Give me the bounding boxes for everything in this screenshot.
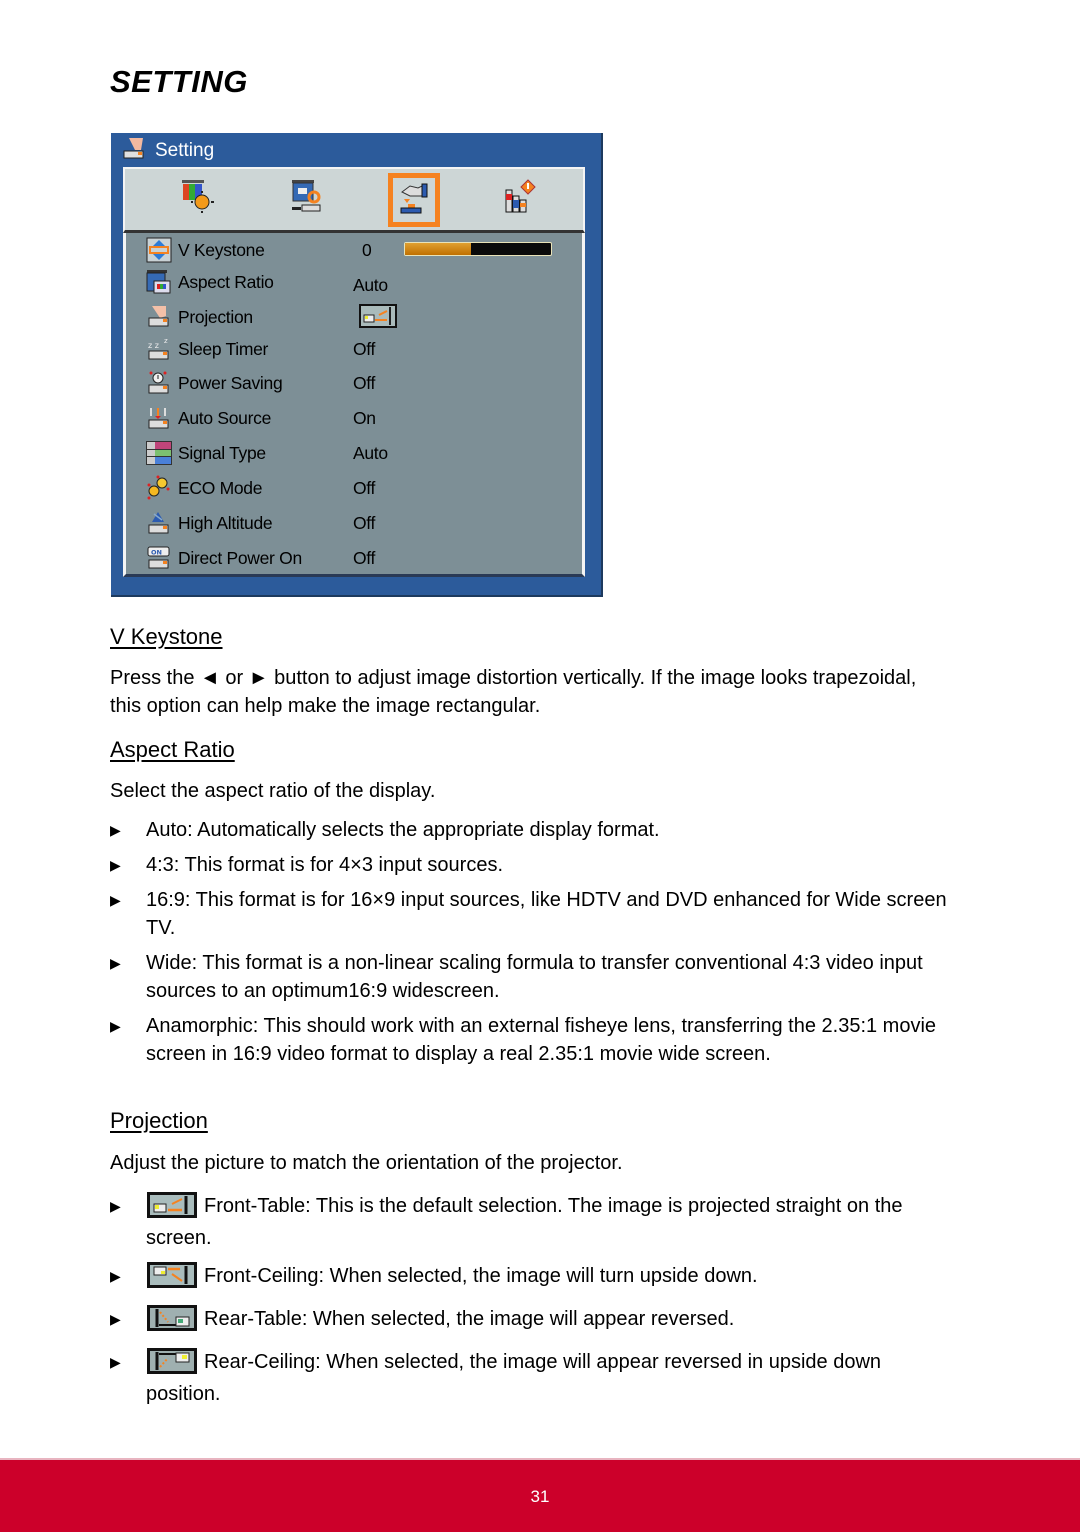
osd-row-power-saving[interactable]: Power Saving Off xyxy=(146,368,566,398)
osd-item-value: Off xyxy=(353,477,376,498)
bullet-arrow-icon: ▶ xyxy=(110,822,121,838)
slider-fill xyxy=(405,243,471,255)
projection-icon xyxy=(146,304,172,330)
section-heading-v-keystone: V Keystone xyxy=(110,624,223,649)
svg-text:ON: ON xyxy=(151,549,162,557)
osd-item-value: On xyxy=(353,407,376,428)
list-item: ▶ Front-Table: This is the default selec… xyxy=(110,1190,950,1254)
list-item-text: Anamorphic: This should work with an ext… xyxy=(146,1015,937,1065)
osd-header-label: Setting xyxy=(155,140,215,161)
front-ceiling-icon xyxy=(146,1261,198,1289)
v-keystone-description: Press the ◄ or ► button to adjust image … xyxy=(110,667,917,717)
tab-setting[interactable] xyxy=(388,173,440,227)
osd-row-high-altitude[interactable]: High Altitude Off xyxy=(146,508,566,538)
osd-row-direct-power-on[interactable]: ON Direct Power On Off xyxy=(146,543,566,573)
list-item: ▶ Front-Ceiling: When selected, the imag… xyxy=(110,1260,950,1292)
osd-row-sleep-timer[interactable]: z z z Sleep Timer Off xyxy=(146,334,566,364)
aspect-ratio-intro: Select the aspect ratio of the display. xyxy=(110,780,436,802)
bullet-arrow-icon: ▶ xyxy=(110,857,121,873)
bullet-arrow-icon: ▶ xyxy=(110,1354,121,1370)
bullet-arrow-icon: ▶ xyxy=(110,892,121,908)
list-item: ▶ Anamorphic: This should work with an e… xyxy=(110,1012,950,1068)
list-item: ▶ Rear-Ceiling: When selected, the image… xyxy=(110,1346,950,1410)
v-keystone-icon xyxy=(146,237,172,263)
tab-picture[interactable] xyxy=(175,175,221,221)
bullet-arrow-icon: ▶ xyxy=(110,1018,121,1034)
list-item-text: Rear-Ceiling: When selected, the image w… xyxy=(146,1351,882,1405)
eco-mode-icon xyxy=(146,475,172,501)
list-item: ▶ Wide: This format is a non-linear scal… xyxy=(110,949,950,1005)
osd-header: Setting xyxy=(121,137,214,165)
section-heading-projection: Projection xyxy=(110,1108,208,1133)
rear-ceiling-icon xyxy=(146,1347,198,1375)
page-footer: 31 xyxy=(0,1458,1080,1532)
tab-screen[interactable] xyxy=(285,175,331,221)
page-number: 31 xyxy=(530,1487,550,1506)
list-item-text: Front-Table: This is the default selecti… xyxy=(146,1195,903,1249)
osd-tab-bar xyxy=(123,167,585,233)
osd-row-projection[interactable]: Projection xyxy=(146,302,566,332)
list-item: ▶ 4:3: This format is for 4×3 input sour… xyxy=(110,851,950,879)
tab-options[interactable] xyxy=(497,175,543,221)
svg-text:z z: z z xyxy=(148,341,159,350)
v-keystone-slider[interactable] xyxy=(404,242,552,256)
osd-item-name: ECO Mode xyxy=(178,477,263,498)
osd-item-name: Signal Type xyxy=(178,442,266,463)
high-altitude-icon xyxy=(146,510,172,536)
aspect-ratio-icon xyxy=(146,269,172,295)
page-title: SETTING xyxy=(110,64,248,99)
osd-item-value: Auto xyxy=(353,442,388,463)
osd-row-aspect-ratio[interactable]: Aspect Ratio Auto xyxy=(146,267,566,297)
screen-icon xyxy=(290,178,326,219)
sleep-timer-icon: z zz xyxy=(146,336,172,362)
osd-item-name: Sleep Timer xyxy=(178,338,269,359)
list-item: ▶ 16:9: This format is for 16×9 input so… xyxy=(110,886,950,942)
osd-item-value: Off xyxy=(353,547,376,568)
list-item-text: Auto: Automatically selects the appropri… xyxy=(146,819,660,841)
projection-intro: Adjust the picture to match the orientat… xyxy=(110,1152,623,1174)
direct-power-on-icon: ON xyxy=(146,545,172,571)
osd-item-name: Direct Power On xyxy=(178,547,302,568)
osd-item-value: Off xyxy=(353,372,376,393)
osd-item-name: Auto Source xyxy=(178,407,272,428)
list-item-text: Wide: This format is a non-linear scalin… xyxy=(146,952,923,1002)
section-heading-aspect-ratio: Aspect Ratio xyxy=(110,737,235,762)
front-table-icon xyxy=(359,304,397,333)
osd-item-name: V Keystone xyxy=(178,239,265,260)
power-saving-icon xyxy=(146,370,172,396)
osd-item-name: Power Saving xyxy=(178,372,283,393)
options-icon xyxy=(502,178,538,219)
projector-setting-icon xyxy=(121,136,147,167)
osd-row-eco-mode[interactable]: ECO Mode Off xyxy=(146,473,566,503)
bullet-arrow-icon: ▶ xyxy=(110,1311,121,1327)
list-item-text: 4:3: This format is for 4×3 input source… xyxy=(146,854,504,876)
list-item: ▶ Rear-Table: When selected, the image w… xyxy=(110,1303,950,1335)
list-item: ▶ Auto: Automatically selects the approp… xyxy=(110,816,950,844)
osd-item-name: Projection xyxy=(178,306,253,327)
front-table-icon xyxy=(146,1191,198,1219)
rear-table-icon xyxy=(146,1304,198,1332)
osd-item-value: Off xyxy=(353,338,376,359)
osd-item-value: 0 xyxy=(362,239,372,260)
osd-item-value: Auto xyxy=(353,275,388,295)
osd-row-signal-type[interactable]: Signal Type Auto xyxy=(146,438,566,468)
bullet-arrow-icon: ▶ xyxy=(110,1268,121,1284)
osd-item-name: Aspect Ratio xyxy=(178,271,274,292)
list-item-text: 16:9: This format is for 16×9 input sour… xyxy=(146,889,947,939)
bullet-arrow-icon: ▶ xyxy=(110,1198,121,1214)
list-item-text: Rear-Table: When selected, the image wil… xyxy=(204,1308,735,1330)
picture-icon xyxy=(180,178,216,219)
osd-item-value: Off xyxy=(353,512,376,533)
list-item-text: Front-Ceiling: When selected, the image … xyxy=(204,1265,758,1287)
osd-item-name: High Altitude xyxy=(178,512,273,533)
signal-type-icon xyxy=(146,440,172,466)
osd-row-auto-source[interactable]: Auto Source On xyxy=(146,403,566,433)
bullet-arrow-icon: ▶ xyxy=(110,955,121,971)
osd-setting-menu: Setting V Keystone 0 Aspect Ratio Auto P… xyxy=(111,133,603,597)
osd-item-list: V Keystone 0 Aspect Ratio Auto Projectio… xyxy=(123,233,585,577)
svg-text:z: z xyxy=(164,337,168,345)
setting-icon xyxy=(396,180,432,221)
auto-source-icon xyxy=(146,405,172,431)
osd-row-v-keystone[interactable]: V Keystone 0 xyxy=(146,235,566,265)
